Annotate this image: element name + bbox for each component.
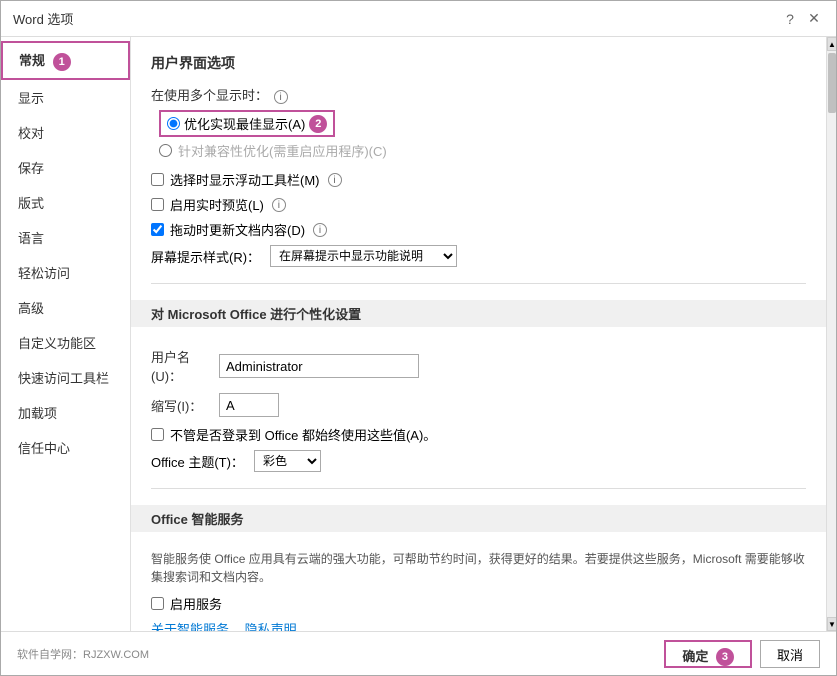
checkbox-always-use-input[interactable] — [151, 428, 164, 441]
multi-display-label: 在使用多个显示时： i — [151, 85, 806, 104]
radio-optimize-label[interactable]: 优化实现最佳显示(A) — [184, 114, 305, 133]
sidebar-item-language[interactable]: 语言 — [1, 220, 130, 255]
scrollbar[interactable]: ▲ ▼ — [826, 37, 836, 631]
sidebar-item-proofing[interactable]: 校对 — [1, 115, 130, 150]
sidebar-item-accessibility[interactable]: 轻松访问 — [1, 255, 130, 290]
theme-label: Office 主题(T)： — [151, 452, 244, 471]
link-about-smart-service[interactable]: 关于智能服务 — [151, 622, 229, 631]
checkbox-live-preview-label[interactable]: 启用实时预览(L) — [170, 195, 264, 214]
sidebar-item-trust-center[interactable]: 信任中心 — [1, 430, 130, 465]
smart-service-title: Office 智能服务 — [131, 505, 826, 532]
sidebar-item-general[interactable]: 常规 1 — [1, 41, 130, 80]
checkbox-update-content-label[interactable]: 拖动时更新文档内容(D) — [170, 220, 305, 239]
multi-display-group: 在使用多个显示时： i 优化实现最佳显示(A) 2 针对兼容性优化(需重启应用程… — [151, 85, 806, 160]
info-icon-2[interactable]: i — [328, 173, 342, 187]
dialog-footer: 软件自学网：RJZXW.COM 确定 3 取消 — [1, 631, 836, 675]
badge-1: 1 — [53, 53, 71, 71]
checkbox-enable-service-input[interactable] — [151, 597, 164, 610]
sidebar-item-customize-ribbon[interactable]: 自定义功能区 — [1, 325, 130, 360]
sidebar-item-layout[interactable]: 版式 — [1, 185, 130, 220]
abbr-label: 缩写(I)： — [151, 396, 211, 415]
radio-optimize[interactable] — [167, 117, 180, 130]
checkbox-update-content-input[interactable] — [151, 223, 164, 236]
checkbox-live-preview: 启用实时预览(L) i — [151, 195, 806, 214]
checkbox-floating-toolbar-label[interactable]: 选择时显示浮动工具栏(M) — [170, 170, 320, 189]
dialog-body: 常规 1 显示 校对 保存 版式 语言 轻松访问 高级 — [1, 37, 836, 631]
info-icon-1[interactable]: i — [274, 90, 288, 104]
checkbox-floating-toolbar-input[interactable] — [151, 173, 164, 186]
checkbox-always-use-label[interactable]: 不管是否登录到 Office 都始终使用这些值(A)。 — [170, 425, 436, 444]
sidebar-item-addins[interactable]: 加载项 — [1, 395, 130, 430]
badge-3: 3 — [716, 648, 734, 666]
checkbox-floating-toolbar: 选择时显示浮动工具栏(M) i — [151, 170, 806, 189]
checkbox-live-preview-input[interactable] — [151, 198, 164, 211]
main-content: 用户界面选项 在使用多个显示时： i 优化实现最佳显示(A) 2 — [131, 37, 826, 631]
radio-compat[interactable] — [159, 144, 172, 157]
sidebar-item-display[interactable]: 显示 — [1, 80, 130, 115]
title-bar-controls: ? ✕ — [780, 9, 824, 29]
personalize-title: 对 Microsoft Office 进行个性化设置 — [131, 300, 826, 327]
checkbox-enable-service-label[interactable]: 启用服务 — [170, 594, 222, 613]
sidebar-item-quick-access[interactable]: 快速访问工具栏 — [1, 360, 130, 395]
sidebar-item-save[interactable]: 保存 — [1, 150, 130, 185]
cancel-button[interactable]: 取消 — [760, 640, 820, 668]
sidebar-item-advanced[interactable]: 高级 — [1, 290, 130, 325]
ui-options-title: 用户界面选项 — [151, 53, 806, 73]
info-icon-4[interactable]: i — [313, 223, 327, 237]
radio-item-optimize-highlighted: 优化实现最佳显示(A) 2 — [159, 110, 335, 137]
screentip-row: 屏幕提示样式(R)： 在屏幕提示中显示功能说明 不在屏幕提示中显示功能说明 不显… — [151, 245, 806, 267]
radio-item-compat: 针对兼容性优化(需重启应用程序)(C) — [159, 141, 806, 160]
close-button[interactable]: ✕ — [804, 9, 824, 29]
ok-button[interactable]: 确定 3 — [664, 640, 752, 668]
theme-row: Office 主题(T)： 彩色 深灰色 白色 黑色 — [151, 450, 806, 472]
scrollbar-thumb[interactable] — [828, 53, 836, 113]
radio-group-display: 优化实现最佳显示(A) 2 针对兼容性优化(需重启应用程序)(C) — [159, 110, 806, 160]
dialog-title: Word 选项 — [13, 9, 73, 28]
scrollbar-track-area — [827, 51, 836, 617]
screentip-select[interactable]: 在屏幕提示中显示功能说明 不在屏幕提示中显示功能说明 不显示屏幕提示 — [270, 245, 457, 267]
username-label: 用户名(U)： — [151, 347, 211, 385]
screentip-label: 屏幕提示样式(R)： — [151, 247, 260, 266]
checkbox-enable-service: 启用服务 — [151, 594, 806, 613]
abbr-row: 缩写(I)： — [151, 393, 806, 417]
info-icon-3[interactable]: i — [272, 198, 286, 212]
title-bar-left: Word 选项 — [13, 9, 73, 28]
checkbox-always-use: 不管是否登录到 Office 都始终使用这些值(A)。 — [151, 425, 806, 444]
smart-service-links: 关于智能服务 隐私声明 — [151, 619, 806, 631]
abbr-input[interactable] — [219, 393, 279, 417]
title-bar: Word 选项 ? ✕ — [1, 1, 836, 37]
footer-buttons: 确定 3 取消 — [664, 640, 820, 668]
word-options-dialog: Word 选项 ? ✕ 常规 1 显示 校对 保存 版式 — [0, 0, 837, 676]
sidebar: 常规 1 显示 校对 保存 版式 语言 轻松访问 高级 — [1, 37, 131, 631]
scroll-up-button[interactable]: ▲ — [827, 37, 836, 51]
username-row: 用户名(U)： — [151, 347, 806, 385]
smart-service-desc: 智能服务使 Office 应用具有云端的强大功能，可帮助节约时间，获得更好的结果… — [151, 550, 806, 586]
checkbox-update-content: 拖动时更新文档内容(D) i — [151, 220, 806, 239]
theme-select[interactable]: 彩色 深灰色 白色 黑色 — [254, 450, 321, 472]
radio-compat-label[interactable]: 针对兼容性优化(需重启应用程序)(C) — [178, 141, 387, 160]
watermark: 软件自学网：RJZXW.COM — [17, 646, 149, 662]
scroll-down-button[interactable]: ▼ — [827, 617, 836, 631]
link-privacy[interactable]: 隐私声明 — [245, 622, 297, 631]
badge-2: 2 — [309, 115, 327, 133]
username-input[interactable] — [219, 354, 419, 378]
help-button[interactable]: ? — [780, 9, 800, 29]
